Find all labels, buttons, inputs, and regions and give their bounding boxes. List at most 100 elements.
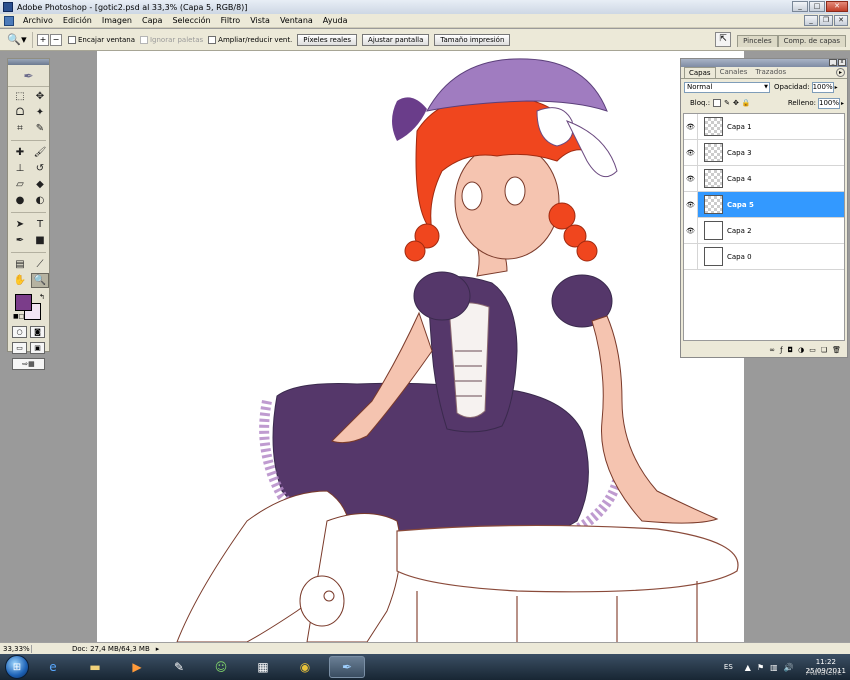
- default-colors-icon[interactable]: ■□: [13, 313, 24, 320]
- layer-row[interactable]: 👁 Capa 1: [684, 114, 844, 140]
- palette-menu-icon[interactable]: ▸: [836, 68, 845, 77]
- layer-mask-icon[interactable]: ◘: [788, 346, 794, 354]
- layer-row-selected[interactable]: 👁 Capa 5: [684, 191, 844, 218]
- file-browser-icon[interactable]: ⇱: [715, 32, 732, 47]
- eye-icon[interactable]: 👁: [684, 165, 698, 192]
- tab-comp-capas[interactable]: Comp. de capas: [777, 35, 846, 47]
- tray-arrow-icon[interactable]: ▲: [745, 663, 751, 672]
- lock-transparency-icon[interactable]: [713, 99, 722, 107]
- layer-row[interactable]: 👁 Capa 4: [684, 165, 844, 192]
- layer-row[interactable]: Capa 0: [684, 243, 844, 270]
- palette-close-icon[interactable]: x: [838, 59, 846, 66]
- eye-hidden-slot[interactable]: [684, 243, 698, 270]
- eraser-tool-icon[interactable]: ▱: [11, 177, 29, 192]
- close-button[interactable]: ✕: [826, 1, 848, 12]
- checkbox-box[interactable]: [68, 35, 76, 44]
- blur-tool-icon[interactable]: ●: [11, 193, 29, 208]
- menu-seleccion[interactable]: Selección: [167, 16, 215, 25]
- maximize-button[interactable]: □: [809, 1, 825, 12]
- link-layers-icon[interactable]: ∞: [769, 346, 775, 354]
- language-indicator[interactable]: ES: [724, 663, 733, 671]
- status-menu-arrow-icon[interactable]: ▸: [156, 645, 160, 653]
- adjustment-layer-icon[interactable]: ◑: [798, 346, 804, 354]
- start-button[interactable]: ⊞: [5, 655, 29, 679]
- hand-tool-icon[interactable]: ✋: [11, 273, 29, 288]
- type-tool-icon[interactable]: T: [31, 217, 49, 232]
- eye-icon[interactable]: 👁: [684, 191, 698, 218]
- fill-field[interactable]: 100%: [817, 97, 840, 109]
- volume-icon[interactable]: 🔊: [784, 663, 794, 672]
- jump-to-imageready-icon[interactable]: ⇨▦: [12, 358, 45, 370]
- magic-wand-icon[interactable]: ✦: [31, 105, 49, 120]
- opacity-arrow-icon[interactable]: ▸: [835, 84, 838, 91]
- network-tool-icon[interactable]: ▦: [245, 656, 281, 678]
- move-tool-icon[interactable]: ✥: [31, 89, 49, 104]
- shape-tool-icon[interactable]: ■: [31, 233, 49, 248]
- lock-position-icon[interactable]: ✥: [733, 99, 739, 107]
- lock-pixels-icon[interactable]: ✎: [724, 99, 730, 107]
- pen-tool-icon[interactable]: ✒: [11, 233, 29, 248]
- menu-filtro[interactable]: Filtro: [216, 16, 246, 25]
- eye-icon[interactable]: 👁: [684, 114, 698, 140]
- palette-minimize-icon[interactable]: _: [829, 59, 837, 66]
- path-selection-icon[interactable]: ➤: [11, 217, 29, 232]
- pixeles-reales-button[interactable]: Píxeles reales: [297, 33, 358, 46]
- menu-ayuda[interactable]: Ayuda: [318, 16, 353, 25]
- menu-capa[interactable]: Capa: [137, 16, 167, 25]
- media-player-icon[interactable]: ▶: [119, 656, 155, 678]
- eyedropper-icon[interactable]: ⟋: [31, 257, 49, 272]
- tab-trazados[interactable]: Trazados: [751, 67, 790, 78]
- delete-layer-icon[interactable]: 🗑: [832, 346, 841, 354]
- opacity-field[interactable]: 100%: [811, 81, 834, 93]
- zoom-level-field[interactable]: 33,33%: [0, 644, 32, 653]
- foreground-color-swatch[interactable]: [15, 294, 32, 311]
- zoom-tool-icon[interactable]: 🔍: [31, 273, 49, 288]
- chrome-icon[interactable]: ◉: [287, 656, 323, 678]
- layers-palette-titlebar[interactable]: _ x: [681, 59, 847, 67]
- explorer-folder-icon[interactable]: ▬: [77, 656, 113, 678]
- screen-mode-standard-icon[interactable]: ▭: [12, 342, 27, 354]
- messenger-icon[interactable]: ☺: [203, 656, 239, 678]
- tab-pinceles[interactable]: Pinceles: [737, 35, 778, 47]
- blend-mode-select[interactable]: Normal: [684, 81, 770, 93]
- layer-row[interactable]: 👁 Capa 3: [684, 139, 844, 166]
- paint-bucket-icon[interactable]: ◆: [31, 177, 49, 192]
- menu-vista[interactable]: Vista: [245, 16, 275, 25]
- zoom-in-icon[interactable]: +: [37, 33, 49, 46]
- internet-explorer-icon[interactable]: e: [35, 656, 71, 678]
- tab-canales[interactable]: Canales: [716, 67, 752, 78]
- zoom-out-icon[interactable]: −: [50, 33, 62, 46]
- eye-icon[interactable]: 👁: [684, 139, 698, 166]
- adobe-feather-icon[interactable]: ✒: [8, 65, 49, 87]
- document-canvas[interactable]: [97, 51, 744, 642]
- fill-arrow-icon[interactable]: ▸: [841, 100, 844, 107]
- checkbox-box[interactable]: [208, 35, 217, 44]
- layer-style-icon[interactable]: ƒ: [780, 346, 782, 354]
- notes-tool-icon[interactable]: ▤: [11, 257, 29, 272]
- lasso-tool-icon[interactable]: ᗝ: [11, 105, 29, 120]
- network-icon[interactable]: ▥: [770, 663, 778, 672]
- brush-tool-icon[interactable]: 🖌: [31, 145, 49, 160]
- tamano-impresion-button[interactable]: Tamaño impresión: [434, 33, 511, 46]
- quick-mask-icon[interactable]: ◙: [30, 326, 45, 338]
- menu-edicion[interactable]: Edición: [58, 16, 97, 25]
- swap-colors-icon[interactable]: ↰: [39, 293, 45, 301]
- eye-icon[interactable]: 👁: [684, 217, 698, 244]
- zoom-tool-preset-icon[interactable]: 🔍▾: [6, 32, 28, 48]
- lock-all-icon[interactable]: 🔒: [742, 99, 751, 107]
- doc-minimize-button[interactable]: _: [804, 15, 818, 26]
- history-brush-icon[interactable]: ↺: [31, 161, 49, 176]
- marquee-tool-icon[interactable]: ⬚: [11, 89, 29, 104]
- paint-app-icon[interactable]: ✎: [161, 656, 197, 678]
- menu-ventana[interactable]: Ventana: [275, 16, 318, 25]
- photoshop-taskbar-icon[interactable]: ✒: [329, 656, 365, 678]
- document-icon[interactable]: [4, 15, 14, 26]
- checkbox-encajar-ventana[interactable]: Encajar ventana: [68, 35, 135, 44]
- minimize-button[interactable]: _: [792, 1, 808, 12]
- menu-imagen[interactable]: Imagen: [97, 16, 137, 25]
- crop-tool-icon[interactable]: ⌗: [11, 121, 29, 136]
- ajustar-pantalla-button[interactable]: Ajustar pantalla: [362, 33, 430, 46]
- layer-row[interactable]: 👁 Capa 2: [684, 217, 844, 244]
- clone-stamp-icon[interactable]: ⊥: [11, 161, 29, 176]
- doc-close-button[interactable]: ✕: [834, 15, 848, 26]
